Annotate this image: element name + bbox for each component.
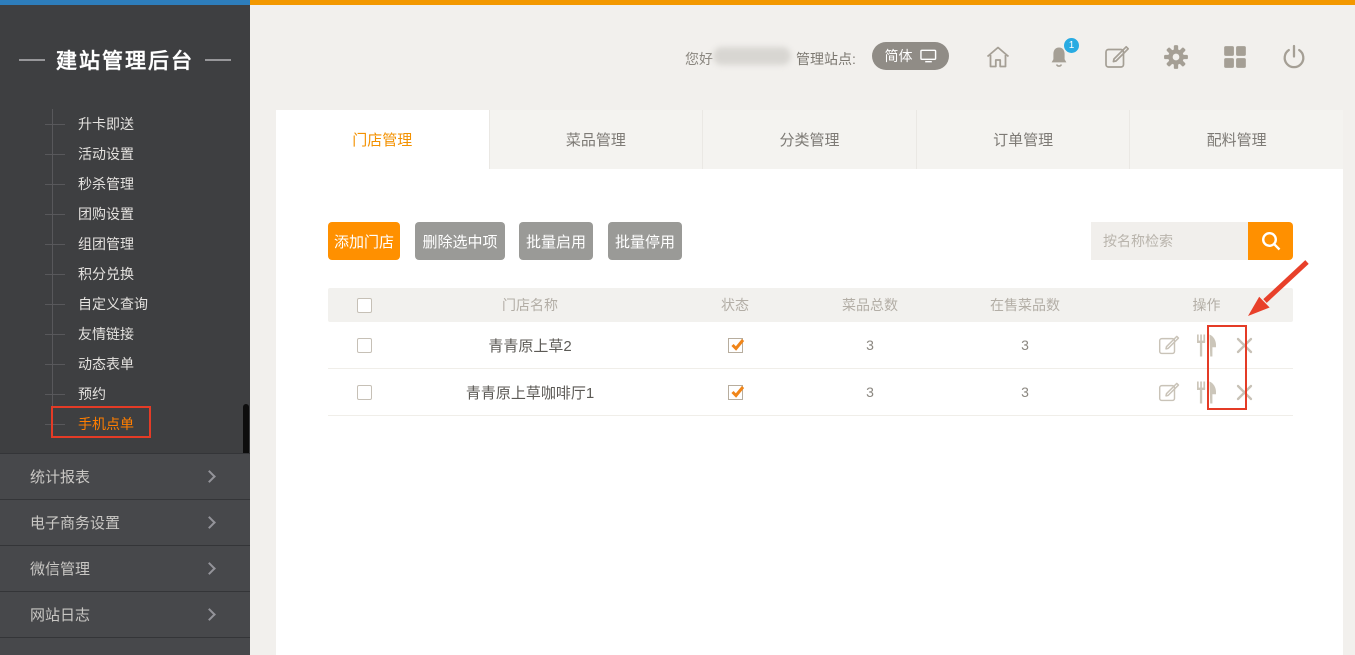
- dishes-fork-knife-icon[interactable]: [1194, 379, 1220, 405]
- section-label: 电子商务设置: [30, 512, 120, 533]
- section-label: 网站日志: [30, 604, 90, 625]
- username-redacted: [713, 47, 791, 65]
- table-row: 青青原上草咖啡厅1 3 3: [328, 369, 1293, 416]
- monitor-icon: [920, 49, 937, 63]
- table-row: 青青原上草2 3 3: [328, 322, 1293, 369]
- column-header-actions: 操作: [1120, 295, 1293, 315]
- language-pill-button[interactable]: 简体: [872, 42, 949, 70]
- sidebar-item-points-exchange[interactable]: 积分兑换: [0, 259, 250, 289]
- title-dash-right: [205, 59, 231, 61]
- notification-badge: 1: [1064, 38, 1079, 53]
- sidebar-header: 建站管理后台: [0, 5, 250, 115]
- store-name: 青青原上草咖啡厅1: [400, 382, 660, 403]
- app-title: 建站管理后台: [56, 45, 194, 75]
- title-dash-left: [19, 59, 45, 61]
- sidebar-item-activity-settings[interactable]: 活动设置: [0, 139, 250, 169]
- sidebar-item-upgrade-gift[interactable]: 升卡即送: [0, 109, 250, 139]
- column-header-status: 状态: [660, 295, 810, 315]
- tab-dish-management[interactable]: 菜品管理: [489, 110, 703, 169]
- sidebar-section-site-logs[interactable]: 网站日志: [0, 591, 250, 637]
- batch-disable-button[interactable]: 批量停用: [608, 222, 682, 260]
- tab-order-management[interactable]: 订单管理: [916, 110, 1130, 169]
- delete-selected-button[interactable]: 删除选中项: [415, 222, 505, 260]
- main-area: 您好 管理站点: 简体 1: [250, 0, 1355, 655]
- sidebar: 建站管理后台 升卡即送 活动设置 秒杀管理 团购设置 组团管理 积分兑换 自定义…: [0, 0, 250, 655]
- search-group: [1091, 222, 1293, 260]
- chevron-right-icon: [203, 608, 216, 621]
- delete-x-icon[interactable]: [1232, 379, 1258, 405]
- home-icon[interactable]: [985, 44, 1011, 70]
- sidebar-submenu: 升卡即送 活动设置 秒杀管理 团购设置 组团管理 积分兑换 自定义查询 友情链接…: [0, 109, 250, 439]
- status-checkbox-checked[interactable]: [728, 338, 743, 353]
- edit-icon[interactable]: [1156, 332, 1182, 358]
- edit-icon[interactable]: [1156, 379, 1182, 405]
- gear-icon[interactable]: [1163, 44, 1189, 70]
- section-label: 统计报表: [30, 466, 90, 487]
- compose-icon[interactable]: [1104, 44, 1130, 70]
- sidebar-section-wechat[interactable]: 微信管理: [0, 545, 250, 591]
- delete-x-icon[interactable]: [1232, 332, 1258, 358]
- row-checkbox[interactable]: [357, 385, 372, 400]
- sidebar-item-reservation[interactable]: 预约: [0, 379, 250, 409]
- batch-enable-button[interactable]: 批量启用: [519, 222, 593, 260]
- dish-total: 3: [810, 384, 930, 400]
- chevron-right-icon: [203, 562, 216, 575]
- sidebar-item-group-buy[interactable]: 团购设置: [0, 199, 250, 229]
- power-icon[interactable]: [1281, 44, 1307, 70]
- sidebar-item-flash-sale[interactable]: 秒杀管理: [0, 169, 250, 199]
- sidebar-sections: 统计报表 电子商务设置 微信管理 网站日志: [0, 453, 250, 655]
- sidebar-item-friend-links[interactable]: 友情链接: [0, 319, 250, 349]
- search-icon: [1260, 230, 1282, 252]
- select-all-checkbox[interactable]: [357, 298, 372, 313]
- status-checkbox-checked[interactable]: [728, 385, 743, 400]
- bell-icon[interactable]: 1: [1046, 44, 1072, 70]
- store-name: 青青原上草2: [400, 335, 660, 356]
- sidebar-section-ecommerce-settings[interactable]: 电子商务设置: [0, 499, 250, 545]
- add-store-button[interactable]: 添加门店: [328, 222, 400, 260]
- column-header-store-name: 门店名称: [400, 295, 660, 315]
- search-button[interactable]: [1248, 222, 1293, 260]
- manage-site-label: 管理站点:: [796, 49, 856, 69]
- column-header-dish-total: 菜品总数: [810, 295, 930, 315]
- section-label: 微信管理: [30, 558, 90, 579]
- dish-on-sale: 3: [930, 384, 1120, 400]
- language-pill-label: 简体: [885, 46, 913, 66]
- chevron-right-icon: [203, 516, 216, 529]
- sidebar-item-custom-query[interactable]: 自定义查询: [0, 289, 250, 319]
- sidebar-section-divider: [0, 637, 250, 655]
- tab-category-management[interactable]: 分类管理: [702, 110, 916, 169]
- dishes-fork-knife-icon[interactable]: [1194, 332, 1220, 358]
- main-top-accent-bar: [250, 0, 1355, 5]
- sidebar-item-dynamic-forms[interactable]: 动态表单: [0, 349, 250, 379]
- greeting-text: 您好: [685, 49, 713, 69]
- row-checkbox[interactable]: [357, 338, 372, 353]
- dish-total: 3: [810, 337, 930, 353]
- chevron-right-icon: [203, 470, 216, 483]
- sidebar-item-group-manage[interactable]: 组团管理: [0, 229, 250, 259]
- apps-grid-icon[interactable]: [1222, 44, 1248, 70]
- dish-on-sale: 3: [930, 337, 1120, 353]
- column-header-on-sale: 在售菜品数: [930, 295, 1120, 315]
- content-panel: 添加门店 删除选中项 批量启用 批量停用 门店名称 状态 菜品总数 在售菜品数 …: [276, 169, 1343, 655]
- store-table: 门店名称 状态 菜品总数 在售菜品数 操作 青青原上草2 3 3: [328, 288, 1293, 416]
- table-header-row: 门店名称 状态 菜品总数 在售菜品数 操作: [328, 288, 1293, 322]
- annotation-box-mobile-ordering: [51, 406, 151, 438]
- tab-bar: 门店管理 菜品管理 分类管理 订单管理 配料管理: [276, 110, 1343, 169]
- tab-ingredient-management[interactable]: 配料管理: [1129, 110, 1343, 169]
- sidebar-section-statistics[interactable]: 统计报表: [0, 453, 250, 499]
- search-input[interactable]: [1091, 222, 1248, 260]
- tab-store-management[interactable]: 门店管理: [276, 110, 489, 169]
